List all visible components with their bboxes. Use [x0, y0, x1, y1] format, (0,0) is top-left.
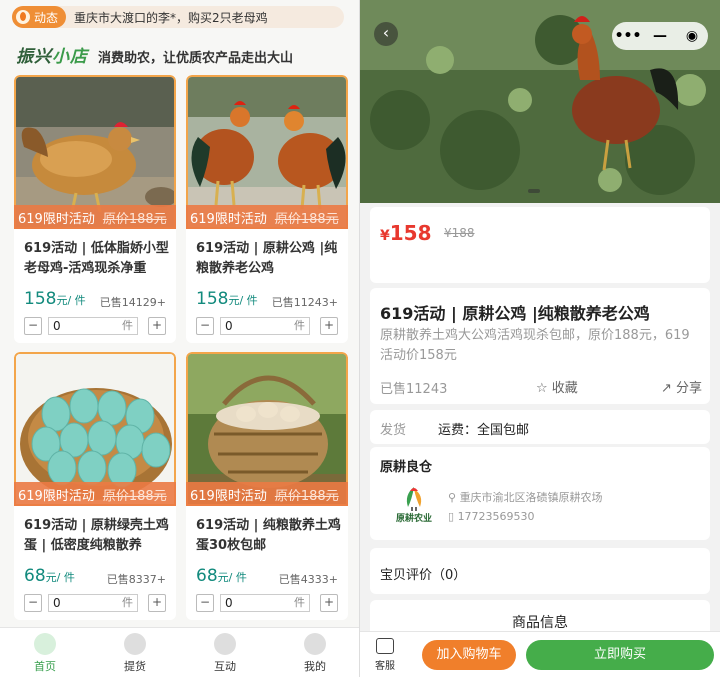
sold-count: 已售4333+	[278, 573, 338, 586]
plus-button[interactable]: +	[320, 594, 338, 612]
promo-banner: 619限时活动 原价188元	[14, 482, 176, 506]
miniprogram-capsule: ••• — ◉	[612, 22, 708, 50]
buy-now-button[interactable]: 立即购买	[526, 640, 714, 670]
product-info: 619活动 | 原耕公鸡 |纯粮散养老公鸡 原耕散养土鸡大公鸡活鸡现杀包邮，原价…	[370, 288, 710, 404]
product-description: 原耕散养土鸡大公鸡活鸡现杀包邮，原价188元，619活动价158元	[380, 328, 690, 363]
reviews-section[interactable]: 宝贝评价（0）	[370, 548, 710, 594]
store-list-panel: 动态 重庆市大渡口的李*，购买2只老母鸡 振兴小店 消费助农，让优质农产品走出大…	[0, 0, 360, 677]
minus-button[interactable]: −	[196, 594, 214, 612]
product-title[interactable]: 619活动 | 原耕绿壳土鸡蛋 | 低密度纯粮散养30...	[24, 516, 170, 556]
product-card[interactable]: 619限时活动 原价188元 619活动 | 原耕公鸡 |纯粮散养老公鸡 158元…	[186, 75, 348, 343]
tab-pickup[interactable]: 提货	[90, 628, 180, 677]
sold-count: 已售11243+	[271, 296, 338, 309]
quantity-stepper: − 0件 +	[196, 317, 338, 335]
add-to-cart-button[interactable]: 加入购物车	[422, 640, 516, 670]
sold-count: 已售14129+	[99, 296, 166, 309]
back-button[interactable]: ‹	[374, 22, 398, 46]
info-header: 商品信息	[512, 615, 568, 631]
product-price: 68元/ 件	[196, 566, 247, 586]
activity-message: 重庆市大渡口的李*，购买2只老母鸡	[74, 10, 268, 25]
quantity-input[interactable]: 0件	[48, 317, 138, 335]
store-card[interactable]: 原耕良仓 原耕农业 ⚲ 重庆市渝北区洛碛镇原耕农场 ▯ 17723569530	[370, 447, 710, 540]
activity-tag-label: 动态	[34, 10, 59, 25]
action-bar: 客服 加入购物车 立即购买	[360, 631, 720, 677]
share-button[interactable]: ↗ 分享	[661, 377, 702, 396]
original-price: ¥188	[444, 226, 475, 240]
product-title[interactable]: 619活动 | 纯粮散养土鸡蛋30枚包邮	[196, 516, 342, 556]
product-card[interactable]: 619限时活动原价188元 619活动 | 低体脂娇小型老母鸡-活鸡现杀净重2-…	[14, 75, 176, 343]
more-button[interactable]: •••	[612, 28, 644, 44]
activity-tag: 动态	[12, 6, 67, 28]
sold-count: 已售11243	[380, 382, 448, 397]
tab-profile[interactable]: 我的	[270, 628, 360, 677]
product-price: 158元/ 件	[196, 289, 258, 309]
product-title: 619活动 | 原耕公鸡 |纯粮散养老公鸡	[380, 304, 650, 323]
profile-icon	[304, 632, 326, 655]
quantity-stepper: − 0件 +	[196, 594, 338, 612]
close-button[interactable]: ◉	[676, 28, 708, 44]
price-section: ¥158 ¥188	[370, 207, 710, 283]
promo-banner: 619限时活动 原价188元	[186, 482, 348, 506]
product-card[interactable]: 619限时活动原价188元 619活动 | 原耕绿壳土鸡蛋 | 低密度纯粮散养3…	[14, 352, 176, 620]
store-logo: 原耕农业	[390, 481, 438, 529]
customer-service-button[interactable]: 客服	[368, 638, 402, 672]
quantity-stepper: − 0件 +	[24, 594, 166, 612]
product-hero-image[interactable]: ‹ ••• — ◉	[360, 0, 720, 203]
store-address: ⚲ 重庆市渝北区洛碛镇原耕农场	[448, 491, 603, 504]
product-price: 68元/ 件	[24, 566, 75, 586]
brand-slogan: 消费助农，让优质农产品走出大山	[98, 51, 294, 66]
shipping-label: 发货	[380, 423, 407, 438]
brand-logo: 振兴小店	[16, 47, 88, 67]
carousel-indicator	[528, 189, 540, 193]
home-icon	[34, 632, 56, 655]
quantity-stepper: − 0件 +	[24, 317, 166, 335]
product-detail-panel: ‹ ••• — ◉ ¥158 ¥188 619活动 | 原耕公鸡 |纯粮散养老公…	[360, 0, 720, 677]
tab-home[interactable]: 首页	[0, 628, 90, 677]
minus-button[interactable]: −	[196, 317, 214, 335]
activity-ticker[interactable]: 动态 重庆市大渡口的李*，购买2只老母鸡	[12, 6, 344, 28]
plus-button[interactable]: +	[148, 594, 166, 612]
plus-button[interactable]: +	[320, 317, 338, 335]
product-price: 158元/ 件	[24, 289, 86, 309]
product-title[interactable]: 619活动 | 原耕公鸡 |纯粮散养老公鸡	[196, 239, 342, 279]
pickup-icon	[124, 632, 146, 655]
shipping-value: 运费：全国包邮	[438, 423, 530, 438]
sold-count: 已售8337+	[106, 573, 166, 586]
bottom-tab-bar: 首页 提货 互动 我的	[0, 627, 360, 677]
minimize-button[interactable]: —	[644, 28, 676, 44]
flame-icon	[16, 10, 30, 24]
chat-icon	[376, 638, 394, 654]
product-title[interactable]: 619活动 | 低体脂娇小型老母鸡-活鸡现杀净重2-...	[24, 239, 170, 279]
shipping-row: 发货 运费：全国包邮	[370, 410, 710, 444]
quantity-input[interactable]: 0件	[220, 594, 310, 612]
promo-banner: 619限时活动 原价188元	[186, 205, 348, 229]
store-name: 原耕良仓	[380, 460, 433, 475]
interact-icon	[214, 632, 236, 655]
quantity-input[interactable]: 0件	[48, 594, 138, 612]
store-phone[interactable]: ▯ 17723569530	[448, 510, 535, 523]
brand-header: 振兴小店 消费助农，让优质农产品走出大山	[16, 42, 293, 67]
tab-interact[interactable]: 互动	[180, 628, 270, 677]
minus-button[interactable]: −	[24, 594, 42, 612]
current-price: ¥158	[380, 221, 432, 245]
product-card[interactable]: 619限时活动 原价188元 619活动 | 纯粮散养土鸡蛋30枚包邮 68元/ …	[186, 352, 348, 620]
promo-banner: 619限时活动 原价188元	[14, 205, 176, 229]
favorite-button[interactable]: ☆ 收藏	[536, 377, 578, 396]
store-logo-text: 原耕农业	[395, 514, 432, 524]
minus-button[interactable]: −	[24, 317, 42, 335]
plus-button[interactable]: +	[148, 317, 166, 335]
quantity-input[interactable]: 0件	[220, 317, 310, 335]
reviews-label: 宝贝评价（0）	[380, 568, 467, 583]
